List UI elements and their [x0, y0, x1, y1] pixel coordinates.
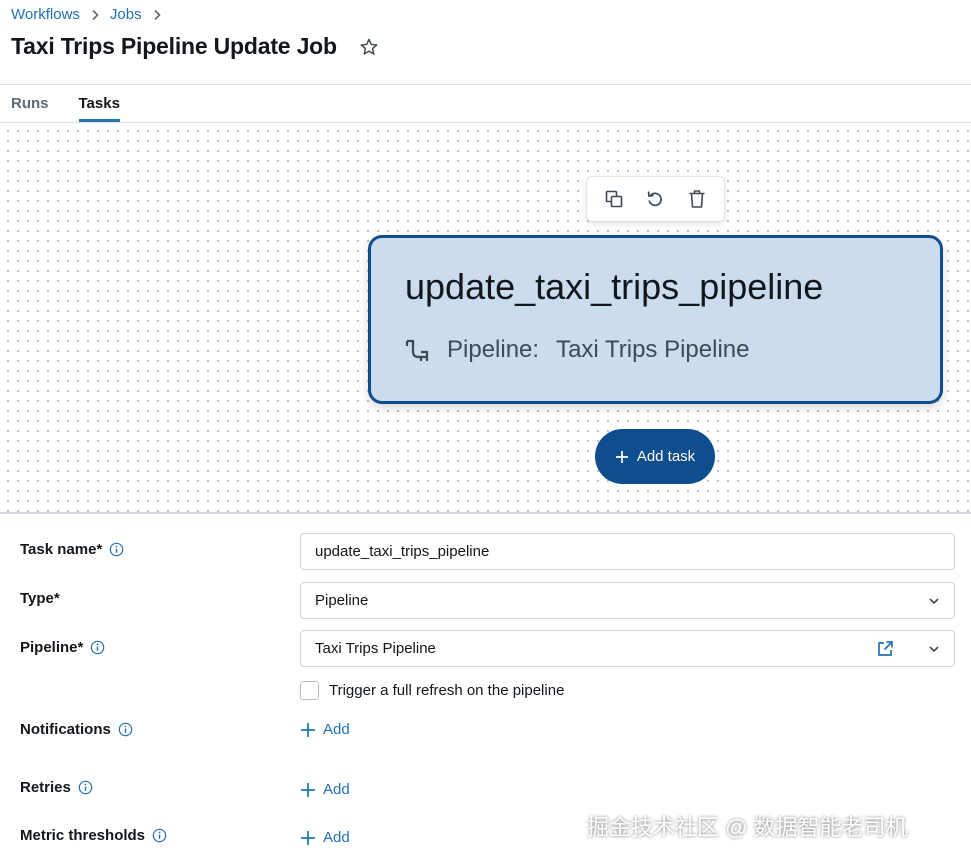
info-icon[interactable] [78, 780, 93, 795]
pipeline-select[interactable]: Taxi Trips Pipeline [300, 630, 955, 667]
node-toolbar [586, 176, 725, 222]
full-refresh-checkbox[interactable] [300, 681, 319, 700]
page-title: Taxi Trips Pipeline Update Job [11, 33, 337, 59]
chevron-down-icon[interactable] [928, 597, 940, 605]
task-node-type-label: Pipeline: [447, 336, 540, 363]
notifications-label: Notifications [20, 721, 133, 738]
task-node-type-value: Taxi Trips Pipeline [556, 336, 750, 363]
title-row: Taxi Trips Pipeline Update Job [11, 33, 379, 60]
breadcrumb: Workflows Jobs [11, 6, 172, 23]
add-task-label: Add task [636, 448, 696, 465]
add-notification-button[interactable]: Add [300, 721, 350, 738]
retries-label: Retries [20, 779, 93, 796]
undo-icon[interactable] [640, 184, 670, 214]
chevron-down-icon[interactable] [928, 645, 940, 653]
tab-tasks[interactable]: Tasks [78, 95, 120, 122]
tab-runs[interactable]: Runs [11, 95, 49, 122]
pipeline-icon [405, 338, 429, 362]
info-icon[interactable] [90, 640, 105, 655]
plus-icon [300, 830, 316, 846]
tab-bar: Runs Tasks [11, 95, 150, 122]
plus-icon [615, 450, 629, 464]
metric-thresholds-label-text: Metric thresholds [20, 827, 146, 844]
task-name-value: update_taxi_trips_pipeline [315, 543, 490, 560]
pipeline-value: Taxi Trips Pipeline [315, 640, 436, 657]
add-notification-label: Add [323, 721, 350, 738]
canvas-divider [0, 512, 971, 514]
task-name-label: Task name* [20, 541, 124, 558]
info-icon[interactable] [118, 722, 133, 737]
add-metric-threshold-label: Add [323, 829, 350, 846]
add-retry-label: Add [323, 781, 350, 798]
metric-thresholds-label: Metric thresholds [20, 827, 167, 844]
notifications-label-text: Notifications [20, 721, 111, 738]
add-retry-button[interactable]: Add [300, 781, 350, 798]
task-node-subtitle: Pipeline: Taxi Trips Pipeline [405, 336, 749, 364]
star-icon[interactable] [359, 37, 379, 57]
external-link-icon[interactable] [876, 640, 894, 658]
task-name-label-text: Task name* [20, 541, 103, 558]
plus-icon [300, 782, 316, 798]
add-metric-threshold-button[interactable]: Add [300, 829, 350, 846]
chevron-right-icon [91, 9, 99, 21]
info-icon[interactable] [152, 828, 167, 843]
full-refresh-label[interactable]: Trigger a full refresh on the pipeline [329, 682, 564, 699]
copy-icon[interactable] [599, 184, 629, 214]
task-name-input[interactable]: update_taxi_trips_pipeline [300, 533, 955, 570]
type-select[interactable]: Pipeline [300, 582, 955, 619]
type-label-text: Type* [20, 590, 60, 607]
add-task-button[interactable]: Add task [595, 429, 715, 484]
trash-icon[interactable] [682, 184, 712, 214]
retries-label-text: Retries [20, 779, 71, 796]
task-node-title: update_taxi_trips_pipeline [405, 266, 824, 307]
full-refresh-row: Trigger a full refresh on the pipeline [300, 681, 564, 700]
watermark: 掘金技术社区 @ 数据智能老司机 [587, 815, 908, 840]
type-label: Type* [20, 590, 60, 607]
pipeline-label-text: Pipeline* [20, 639, 84, 656]
chevron-right-icon [153, 9, 161, 21]
info-icon[interactable] [109, 542, 124, 557]
breadcrumb-workflows[interactable]: Workflows [11, 6, 80, 23]
header-divider [0, 84, 971, 85]
plus-icon [300, 722, 316, 738]
task-node[interactable]: update_taxi_trips_pipeline Pipeline: Tax… [368, 235, 943, 404]
breadcrumb-jobs[interactable]: Jobs [110, 6, 142, 23]
type-value: Pipeline [315, 592, 369, 609]
pipeline-label: Pipeline* [20, 639, 105, 656]
